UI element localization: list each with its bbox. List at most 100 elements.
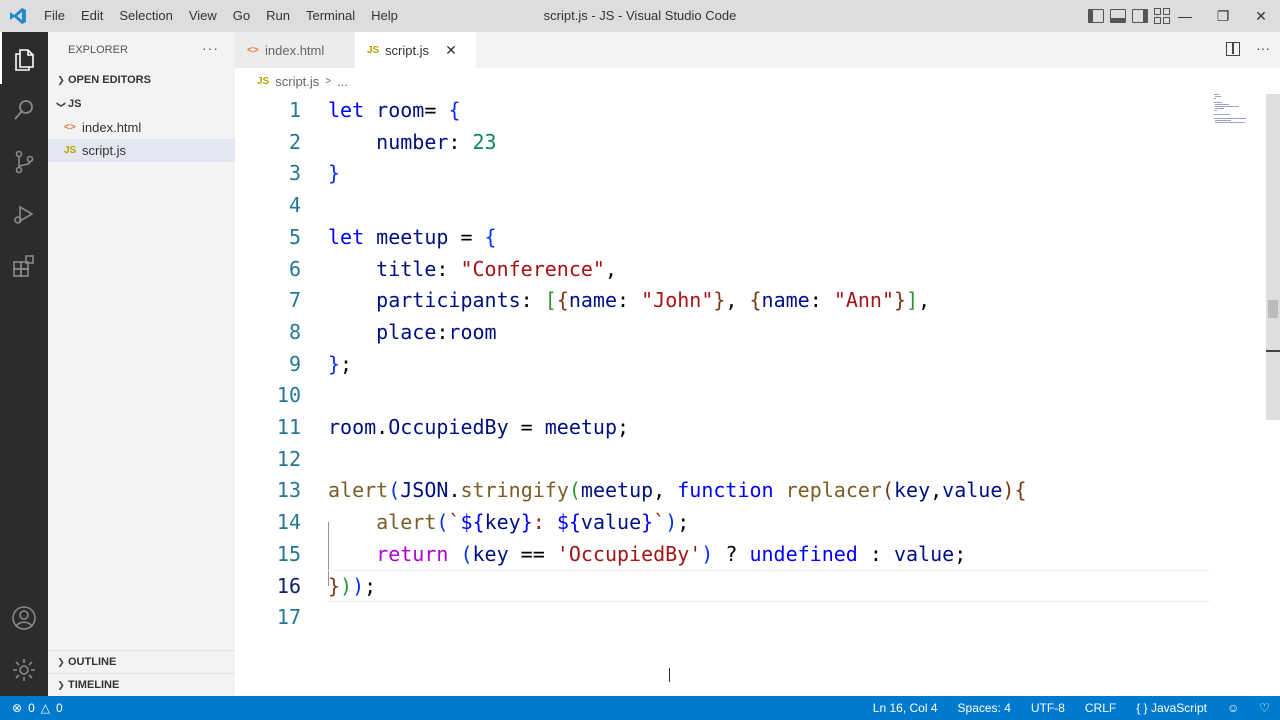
file-item-index-html[interactable]: <> index.html bbox=[48, 116, 235, 139]
code-token: stringify bbox=[460, 478, 569, 503]
indentation[interactable]: Spaces: 4 bbox=[948, 701, 1021, 715]
accounts-icon[interactable] bbox=[0, 592, 48, 644]
js-file-icon: JS bbox=[367, 44, 380, 56]
code-editor[interactable]: 1 let room= {2 number: 23 3} 4 5 let meetup =… bbox=[235, 94, 1280, 696]
tab-script-js[interactable]: JS script.js ✕ bbox=[355, 32, 477, 68]
code-token: ] bbox=[906, 288, 919, 313]
explorer-icon[interactable] bbox=[0, 32, 48, 84]
code-line[interactable]: 2 number: 23 bbox=[235, 126, 1195, 158]
code-token: meetup bbox=[580, 478, 654, 503]
scrollbar-thumb[interactable] bbox=[1266, 94, 1280, 420]
line-number: 17 bbox=[276, 605, 301, 630]
code-token: : bbox=[532, 510, 557, 535]
code-token: ? bbox=[713, 541, 750, 566]
more-actions-icon[interactable]: ··· bbox=[1256, 40, 1270, 56]
code-token: "John" bbox=[641, 288, 714, 313]
error-icon: ⊗ bbox=[12, 701, 23, 715]
code-line[interactable]: 5 let meetup = { bbox=[235, 221, 1195, 253]
minimap[interactable] bbox=[1212, 94, 1252, 124]
menu-item-file[interactable]: File bbox=[36, 0, 73, 32]
menu-item-view[interactable]: View bbox=[181, 0, 225, 32]
braces-icon: { } bbox=[1136, 701, 1148, 715]
code-line[interactable]: 3} bbox=[235, 157, 1195, 189]
menu-bar: File Edit Selection View Go Run Terminal Help bbox=[36, 0, 406, 32]
code-token: : bbox=[617, 288, 642, 313]
code-token: ( bbox=[881, 478, 894, 503]
code-token: name bbox=[568, 288, 618, 313]
split-editor-icon[interactable] bbox=[1226, 42, 1240, 56]
line-number: 12 bbox=[276, 446, 301, 471]
code-text: let meetup = { bbox=[328, 221, 497, 253]
search-icon[interactable] bbox=[0, 84, 48, 136]
open-editors-section[interactable]: ❯ OPEN EDITORS bbox=[48, 68, 235, 92]
code-line[interactable]: 9}; bbox=[235, 348, 1195, 380]
code-line[interactable]: 13 alert(JSON.stringify(meetup, function … bbox=[235, 474, 1195, 506]
code-line[interactable]: 11 room.OccupiedBy = meetup; bbox=[235, 411, 1195, 443]
code-line[interactable]: 15 return (key == 'OccupiedBy') ? undefi… bbox=[235, 538, 1195, 570]
code-line[interactable]: 8 place:room bbox=[235, 316, 1195, 348]
layout-controls bbox=[1088, 0, 1170, 32]
vertical-scrollbar[interactable] bbox=[1266, 94, 1280, 696]
code-line[interactable]: 7 participants: [{name: "John"}, {name: … bbox=[235, 284, 1195, 316]
problems-indicator[interactable]: ⊗ 0 △ 0 bbox=[0, 701, 63, 715]
timeline-section[interactable]: ❯ TIMELINE bbox=[48, 673, 235, 696]
title-bar: File Edit Selection View Go Run Terminal Help s… bbox=[0, 0, 1280, 32]
code-line[interactable]: 16})); bbox=[235, 570, 1195, 602]
code-token: value bbox=[942, 478, 1003, 503]
close-window-button[interactable]: ✕ bbox=[1242, 0, 1280, 32]
manage-gear-icon[interactable] bbox=[0, 644, 48, 696]
feedback-icon[interactable]: ☺ bbox=[1217, 701, 1249, 715]
tab-index-html[interactable]: <> index.html bbox=[235, 32, 355, 68]
minimize-button[interactable]: — bbox=[1166, 0, 1204, 32]
js-file-icon: JS bbox=[257, 75, 270, 87]
warning-count: 0 bbox=[55, 701, 63, 715]
toggle-secondary-sidebar-icon[interactable] bbox=[1132, 9, 1148, 23]
menu-item-help[interactable]: Help bbox=[363, 0, 406, 32]
extensions-icon[interactable] bbox=[0, 240, 48, 292]
menu-item-selection[interactable]: Selection bbox=[111, 0, 180, 32]
code-token: ) bbox=[701, 541, 714, 566]
code-token: , bbox=[725, 288, 750, 313]
code-line[interactable]: 12 bbox=[235, 443, 1195, 475]
file-name: script.js bbox=[82, 143, 127, 158]
source-control-icon[interactable] bbox=[0, 136, 48, 188]
code-token: meetup bbox=[376, 224, 449, 249]
code-text: }; bbox=[328, 348, 352, 380]
menu-item-run[interactable]: Run bbox=[258, 0, 298, 32]
code-line[interactable]: 10 bbox=[235, 379, 1195, 411]
code-line[interactable]: 4 bbox=[235, 189, 1195, 221]
end-of-line[interactable]: CRLF bbox=[1075, 701, 1126, 715]
run-debug-icon[interactable] bbox=[0, 188, 48, 240]
cursor-position[interactable]: Ln 16, Col 4 bbox=[863, 701, 948, 715]
outline-section[interactable]: ❯ OUTLINE bbox=[48, 650, 235, 673]
toggle-panel-icon[interactable] bbox=[1110, 9, 1126, 23]
menu-item-terminal[interactable]: Terminal bbox=[298, 0, 363, 32]
language-mode[interactable]: { } JavaScript bbox=[1126, 701, 1217, 715]
restore-button[interactable]: ❐ bbox=[1204, 0, 1242, 32]
tab-label: script.js bbox=[385, 42, 430, 58]
code-text: room.OccupiedBy = meetup; bbox=[328, 411, 629, 443]
code-token: = bbox=[448, 224, 485, 249]
chevron-right-icon: ❯ bbox=[57, 656, 65, 667]
code-line[interactable]: 14 alert(`${key}: ${value}`); bbox=[235, 506, 1195, 538]
code-line[interactable]: 1 let room= { bbox=[235, 94, 1195, 126]
menu-item-edit[interactable]: Edit bbox=[73, 0, 111, 32]
more-actions-icon[interactable]: ··· bbox=[202, 40, 219, 56]
breadcrumb-symbol[interactable]: ... bbox=[337, 74, 348, 89]
code-token: [ bbox=[544, 288, 557, 313]
encoding[interactable]: UTF-8 bbox=[1021, 701, 1075, 715]
code-token: ( bbox=[436, 510, 449, 535]
code-token: : bbox=[448, 129, 473, 154]
status-bar: ⊗ 0 △ 0 Ln 16, Col 4 Spaces: 4 UTF-8 CRL… bbox=[0, 696, 1280, 720]
breadcrumb-file[interactable]: script.js bbox=[275, 74, 319, 89]
notifications-bell-icon[interactable]: ♡ bbox=[1249, 701, 1280, 715]
line-number: 1 bbox=[288, 98, 301, 122]
file-item-script-js[interactable]: JS script.js bbox=[48, 139, 235, 162]
toggle-primary-sidebar-icon[interactable] bbox=[1088, 9, 1104, 23]
code-line[interactable]: 17 bbox=[235, 601, 1195, 633]
menu-item-go[interactable]: Go bbox=[225, 0, 258, 32]
code-line[interactable]: 6 title: "Conference", bbox=[235, 253, 1195, 285]
code-token: value bbox=[893, 541, 955, 566]
close-tab-icon[interactable]: ✕ bbox=[445, 42, 457, 59]
folder-section[interactable]: ❯ JS bbox=[48, 92, 235, 116]
